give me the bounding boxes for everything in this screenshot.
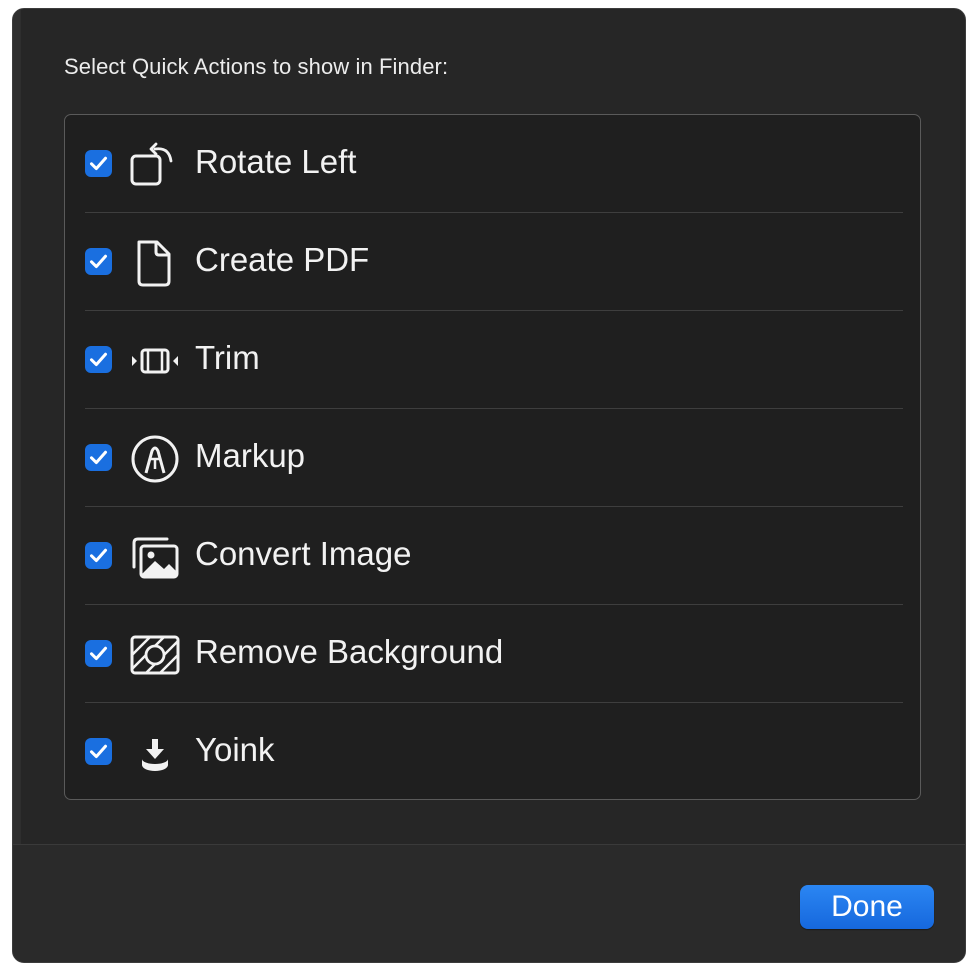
checkmark-icon	[90, 450, 107, 465]
dialog-edge	[13, 9, 21, 844]
markup-checkbox[interactable]	[85, 444, 112, 471]
list-item-yoink[interactable]: Yoink	[85, 703, 903, 801]
rotate-left-icon	[129, 139, 181, 191]
markup-pen-icon	[129, 433, 181, 485]
checkmark-icon	[90, 254, 107, 269]
remove-background-icon	[129, 629, 181, 681]
checkmark-icon	[90, 548, 107, 563]
action-label: Yoink	[195, 731, 275, 768]
checkmark-icon	[90, 646, 107, 661]
action-label: Create PDF	[195, 241, 370, 278]
trim-icon	[129, 335, 181, 387]
action-label: Convert Image	[195, 535, 412, 572]
list-item-markup[interactable]: Markup	[85, 409, 903, 507]
trim-checkbox[interactable]	[85, 346, 112, 373]
list-item-convert-image[interactable]: Convert Image	[85, 507, 903, 605]
action-label: Markup	[195, 437, 306, 474]
list-item-create-pdf[interactable]: Create PDF	[85, 213, 903, 311]
quick-actions-list: Rotate Left Create PDF Trim Markup Conve…	[64, 114, 921, 800]
action-label: Remove Background	[195, 633, 504, 670]
dialog-footer: Done	[13, 844, 965, 962]
checkmark-icon	[90, 744, 107, 759]
done-button[interactable]: Done	[800, 885, 934, 929]
quick-actions-dialog: Select Quick Actions to show in Finder: …	[12, 8, 966, 963]
document-icon	[129, 237, 181, 289]
yoink-tray-icon	[129, 727, 181, 779]
remove-background-checkbox[interactable]	[85, 640, 112, 667]
convert-image-checkbox[interactable]	[85, 542, 112, 569]
create-pdf-checkbox[interactable]	[85, 248, 112, 275]
rotate-left-checkbox[interactable]	[85, 150, 112, 177]
list-item-remove-background[interactable]: Remove Background	[85, 605, 903, 703]
checkmark-icon	[90, 352, 107, 367]
list-item-rotate-left[interactable]: Rotate Left	[85, 115, 903, 213]
list-item-trim[interactable]: Trim	[85, 311, 903, 409]
yoink-checkbox[interactable]	[85, 738, 112, 765]
action-label: Rotate Left	[195, 143, 357, 180]
dialog-prompt: Select Quick Actions to show in Finder:	[64, 54, 449, 79]
photos-icon	[129, 531, 181, 583]
action-label: Trim	[195, 339, 260, 376]
checkmark-icon	[90, 156, 107, 171]
